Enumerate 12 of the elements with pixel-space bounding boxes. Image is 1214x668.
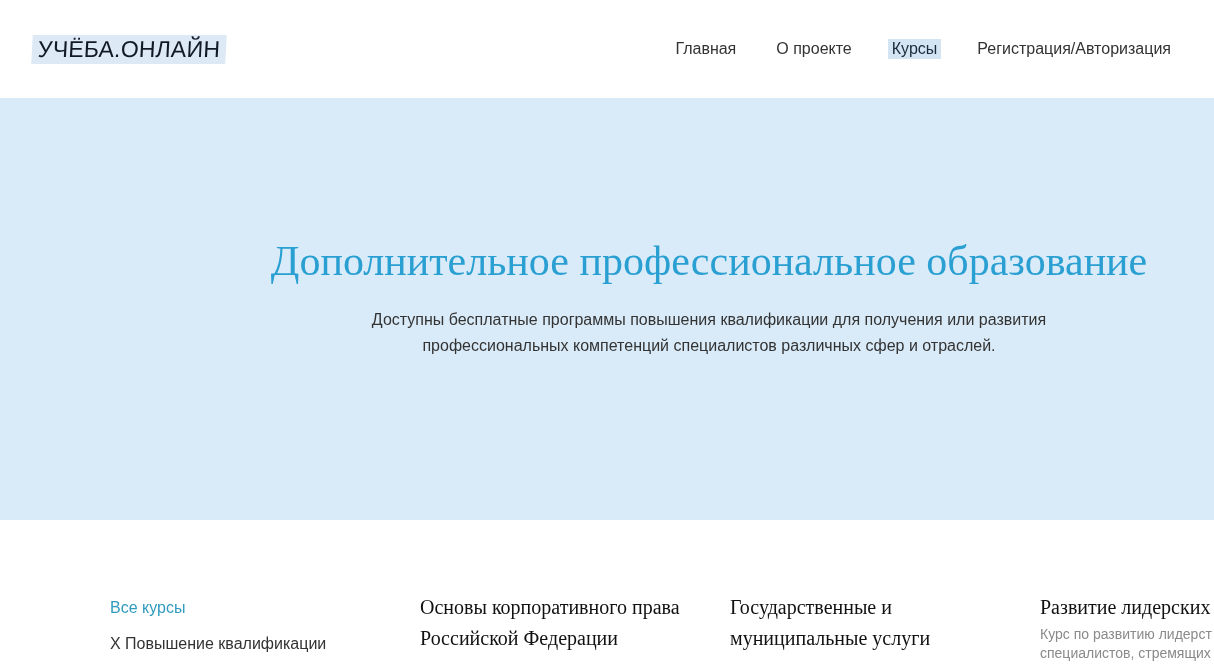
hero-description: Доступны бесплатные программы повышения квалификации для получения или развития профессиональных компетенций специалистов различных сфер и отраслей.: [370, 310, 1048, 356]
course-title[interactable]: Развитие лидерских: [1040, 592, 1214, 623]
nav-link[interactable]: Регистрация/Авторизация: [977, 39, 1171, 59]
nav-link[interactable]: О проекте: [776, 39, 852, 59]
course-description: Курс по развитию лидерст специалистов, стремящих: [1040, 625, 1213, 663]
hero-title: Дополнительное профессиональное образование: [270, 237, 1148, 285]
course-title[interactable]: Государственные и муниципальные услуги: [730, 592, 1010, 654]
nav-link[interactable]: Курсы: [887, 39, 942, 59]
site-logo[interactable]: УЧЁБА.ОНЛАЙН: [31, 34, 227, 64]
nav-link[interactable]: Главная: [675, 39, 737, 59]
course-title[interactable]: Основы корпоративного права Российской Федерации: [420, 592, 700, 654]
filter-tag[interactable]: X Повышение квалификации: [110, 634, 327, 654]
